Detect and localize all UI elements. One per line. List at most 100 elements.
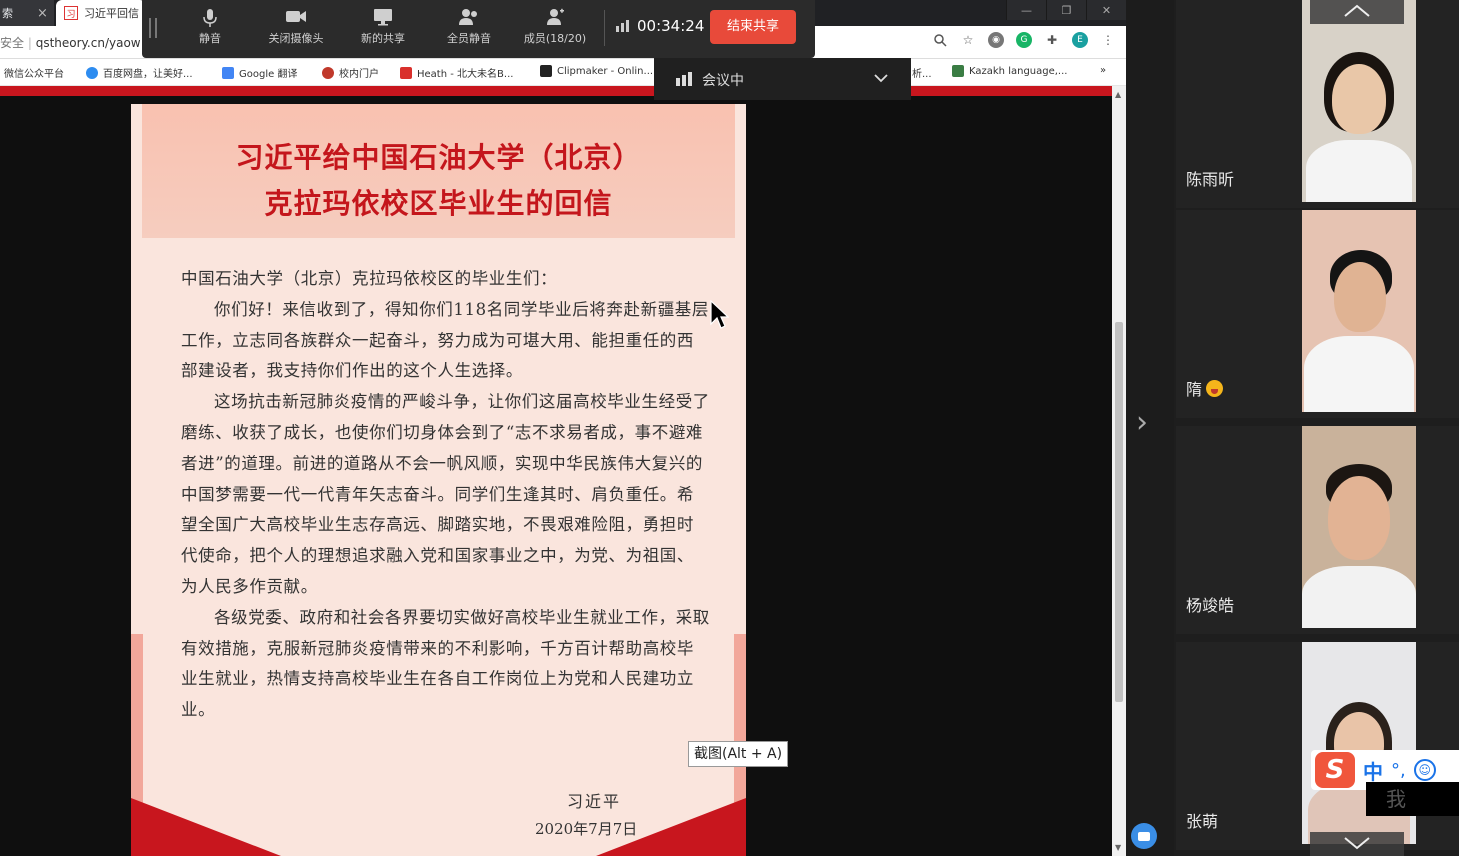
- bookmarks-bar: 微信公众平台 百度网盘，让美好... Google 翻译 校内门户 Heath …: [0, 59, 1126, 86]
- ime-emoji-icon[interactable]: ☺: [1413, 759, 1436, 781]
- camera-off-button[interactable]: 关闭摄像头: [256, 8, 336, 46]
- vertical-scrollbar[interactable]: ▲ ▼: [1112, 86, 1126, 856]
- timer-text: 00:34:24: [637, 17, 705, 35]
- mute-label: 静音: [199, 32, 221, 45]
- panel-gutter: ›: [1126, 0, 1174, 856]
- security-label: 安全: [0, 36, 25, 50]
- menu-kebab-icon[interactable]: ⋮: [1100, 32, 1116, 48]
- tab-label: 索: [2, 7, 13, 20]
- participant-tile[interactable]: 隋: [1176, 210, 1459, 418]
- participant-name: 陈雨昕: [1186, 170, 1235, 189]
- next-page-chevron-icon[interactable]: ›: [1136, 405, 1148, 440]
- participant-video: [1302, 0, 1416, 202]
- decor-footer-right: [596, 798, 746, 856]
- scroll-participants-up-icon[interactable]: [1310, 0, 1404, 24]
- participant-name: 杨竣皓: [1186, 596, 1235, 615]
- drag-handle-icon[interactable]: [149, 18, 157, 38]
- bookmark-item[interactable]: Clipmaker - Onlin...: [540, 65, 653, 77]
- bookmarks-overflow-icon[interactable]: »: [1100, 65, 1106, 76]
- scroll-participants-down-icon[interactable]: [1310, 832, 1404, 856]
- bookmark-item[interactable]: 校内门户: [322, 65, 379, 80]
- tab-close-icon[interactable]: ×: [37, 6, 48, 21]
- bookmark-item[interactable]: 微信公众平台: [4, 65, 64, 80]
- pku-icon: [400, 66, 412, 79]
- screenshot-tooltip: 截图(Alt + A): [688, 741, 789, 767]
- letter-salutation: 中国石油大学（北京）克拉玛依校区的毕业生们：: [181, 269, 558, 288]
- baidu-icon: [86, 66, 98, 79]
- puzzle-extensions-icon[interactable]: ✚: [1044, 32, 1060, 48]
- address-bar-icons: ☆ ◉ G ✚ E ⋮: [932, 32, 1116, 48]
- tab-active[interactable]: 习 习近平回信: [56, 0, 146, 26]
- meeting-toolbar: 静音 关闭摄像头 新的共享 全员静音 成员(18/20) 00:34:24 结束…: [142, 0, 815, 58]
- letter-body: 中国石油大学（北京）克拉玛依校区的毕业生们： 你们好！来信收到了，得知你们118…: [181, 264, 711, 726]
- mute-button[interactable]: 静音: [170, 8, 250, 46]
- browser-window: 索 × 习 习近平回信 — ❐ ✕ 安全 | qstheory.cn/yaow: [0, 0, 1126, 856]
- favicon-icon: 习: [64, 6, 78, 20]
- participants-panel: 陈雨昕 隋 杨竣皓 张萌: [1174, 0, 1459, 856]
- mouse-cursor-icon: [710, 300, 729, 329]
- participant-video: [1302, 426, 1416, 628]
- mute-all-label: 全员静音: [447, 32, 491, 45]
- restore-icon[interactable]: ❐: [1046, 0, 1086, 20]
- kazakh-icon: [952, 65, 964, 77]
- tab-previous[interactable]: 索 ×: [0, 0, 54, 26]
- letter-title-line2: 克拉玛依校区毕业生的回信: [264, 187, 613, 220]
- ime-language-toggle[interactable]: 中: [1363, 756, 1383, 785]
- letter-paragraph: 你们好！来信收到了，得知你们118名同学毕业后将奔赴新疆基层工作，立志同各族群众…: [181, 299, 709, 381]
- profile-avatar-icon[interactable]: E: [1072, 32, 1088, 48]
- extension-icon[interactable]: ◉: [988, 32, 1004, 48]
- close-window-icon[interactable]: ✕: [1086, 0, 1126, 20]
- ime-punctuation-toggle[interactable]: °,: [1391, 760, 1406, 781]
- bookmark-item[interactable]: Kazakh language,...: [952, 65, 1067, 77]
- portal-icon: [322, 66, 334, 79]
- scroll-up-icon[interactable]: ▲: [1115, 90, 1121, 99]
- bookmark-star-icon[interactable]: ☆: [960, 32, 976, 48]
- new-share-label: 新的共享: [361, 32, 405, 45]
- tab-label: 习近平回信: [84, 7, 139, 20]
- members-label: 成员(18/20): [523, 32, 587, 45]
- bookmark-item[interactable]: 析...: [912, 65, 932, 80]
- meeting-timer: 00:34:24: [616, 17, 704, 35]
- microphone-icon: [170, 8, 250, 30]
- bookmark-item[interactable]: Heath - 北大未名B...: [400, 65, 513, 80]
- sogou-logo-icon[interactable]: S: [1315, 752, 1355, 788]
- bookmark-item[interactable]: 百度网盘，让美好...: [86, 65, 193, 80]
- members-icon: [515, 8, 595, 30]
- members-button[interactable]: 成员(18/20): [515, 8, 595, 46]
- page-header-strip: [0, 86, 1112, 96]
- participant-name: 隋: [1186, 376, 1224, 400]
- letter-paragraph: 这场抗击新冠肺炎疫情的严峻斗争，让你们这届高校毕业生经受了磨练、收获了成长，也使…: [181, 392, 710, 596]
- letter-title-line1: 习近平给中国石油大学（北京）: [235, 141, 642, 174]
- toolbar-divider: [604, 10, 605, 46]
- camera-icon: [256, 8, 336, 30]
- window-controls: — ❐ ✕: [1006, 0, 1126, 20]
- screen: 索 × 习 习近平回信 — ❐ ✕ 安全 | qstheory.cn/yaow: [0, 0, 1459, 856]
- participant-name: 张萌: [1186, 812, 1219, 831]
- ime-candidate-strip: 我: [1366, 782, 1459, 816]
- scrollbar-thumb[interactable]: [1115, 322, 1123, 702]
- google-translate-icon: [222, 66, 234, 79]
- mute-all-button[interactable]: 全员静音: [429, 8, 509, 46]
- meeting-status-pill[interactable]: 会议中: [654, 58, 911, 100]
- mute-all-icon: [429, 8, 509, 30]
- end-share-button[interactable]: 结束共享: [710, 10, 796, 44]
- participant-tile[interactable]: 杨竣皓: [1176, 426, 1459, 634]
- chat-icon[interactable]: [1131, 823, 1157, 849]
- new-share-button[interactable]: 新的共享: [343, 8, 423, 46]
- participant-tile[interactable]: 张萌: [1176, 642, 1459, 850]
- chevron-down-icon[interactable]: [873, 68, 889, 87]
- decor-footer-left: [131, 798, 281, 856]
- share-screen-icon: [343, 8, 423, 30]
- url-field[interactable]: 安全 | qstheory.cn/yaow: [0, 34, 141, 51]
- bookmark-item[interactable]: Google 翻译: [222, 65, 297, 80]
- zoom-icon[interactable]: [932, 32, 948, 48]
- laughing-emoji-icon: [1206, 380, 1224, 397]
- minimize-icon[interactable]: —: [1006, 0, 1046, 20]
- url-text: qstheory.cn/yaow: [35, 36, 141, 50]
- letter-image: 习近平给中国石油大学（北京） 克拉玛依校区毕业生的回信 中国石油大学（北京）克拉…: [131, 104, 746, 856]
- camera-off-label: 关闭摄像头: [268, 32, 324, 45]
- participant-tile[interactable]: 陈雨昕: [1176, 0, 1459, 208]
- grammarly-icon[interactable]: G: [1016, 32, 1032, 48]
- participant-video: [1302, 210, 1416, 412]
- scroll-down-icon[interactable]: ▼: [1115, 843, 1121, 852]
